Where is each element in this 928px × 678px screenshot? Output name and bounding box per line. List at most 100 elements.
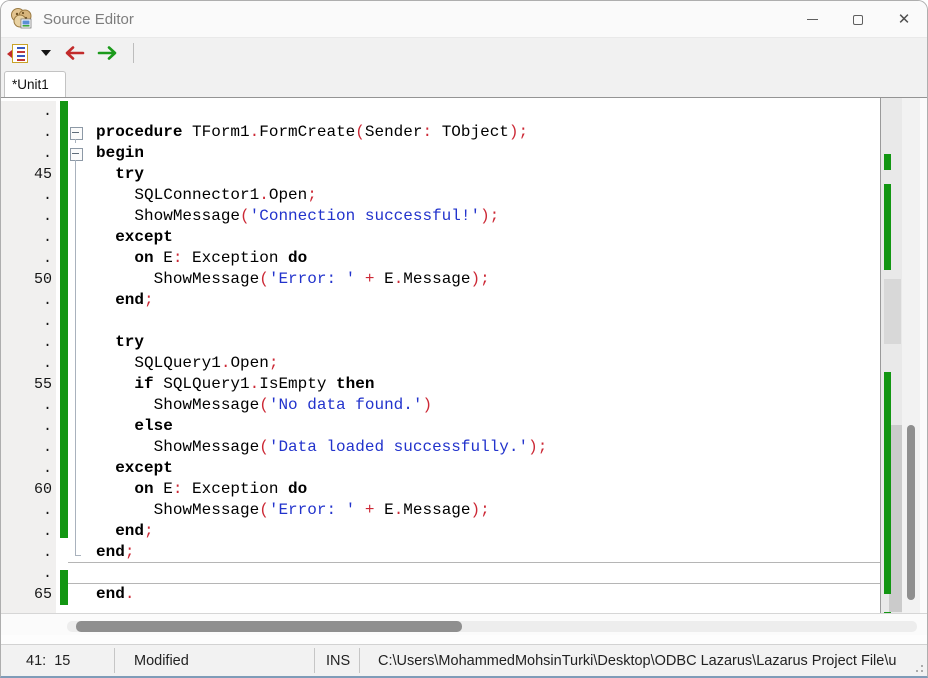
gutter-cell[interactable]: . (1, 605, 56, 613)
gutter-cell[interactable]: . (1, 353, 56, 374)
gutter-cell[interactable]: . (1, 395, 56, 416)
gutter-cell[interactable]: . (1, 227, 56, 248)
horizontal-scrollbar[interactable] (1, 613, 927, 635)
code-line[interactable]: 45 try (1, 164, 880, 185)
fold-collapse-icon[interactable] (68, 122, 85, 143)
code-text[interactable]: procedure TForm1.FormCreate(Sender: TObj… (85, 122, 880, 143)
code-text[interactable] (85, 563, 880, 583)
vertical-scrollbar[interactable] (902, 98, 920, 613)
code-text[interactable]: if SQLQuery1.IsEmpty then (85, 374, 880, 395)
code-text[interactable]: except (85, 227, 880, 248)
code-text[interactable]: end; (85, 290, 880, 311)
code-line[interactable]: . SQLQuery1.Open; (1, 353, 880, 374)
titlebar[interactable]: Source Editor ✕ (1, 1, 927, 38)
code-line[interactable]: . ShowMessage('Error: ' + E.Message); (1, 500, 880, 521)
code-line[interactable]: . ShowMessage('Connection successful!'); (1, 206, 880, 227)
gutter-cell[interactable]: . (1, 101, 56, 122)
right-margin (920, 98, 927, 613)
overview-modified-mark (884, 154, 891, 170)
code-line[interactable]: . end; (1, 521, 880, 542)
maximize-button[interactable] (835, 1, 881, 38)
code-line[interactable]: . except (1, 458, 880, 479)
dropdown-arrow-icon[interactable] (41, 50, 51, 56)
gutter-cell[interactable]: . (1, 290, 56, 311)
code-line[interactable]: . end; (1, 542, 880, 563)
gutter-cell[interactable]: . (1, 122, 56, 143)
jump-back-icon[interactable] (63, 45, 85, 61)
code-line[interactable]: 55 if SQLQuery1.IsEmpty then (1, 374, 880, 395)
fold-collapse-icon[interactable] (68, 143, 85, 164)
code-text[interactable]: end; (85, 542, 880, 562)
code-line[interactable]: . procedure TForm1.FormCreate(Sender: TOb… (1, 122, 880, 143)
gutter-cell[interactable]: . (1, 416, 56, 437)
code-line[interactable]: 50 ShowMessage('Error: ' + E.Message); (1, 269, 880, 290)
horizontal-scrollbar-thumb[interactable] (76, 621, 462, 632)
code-line[interactable]: . else (1, 416, 880, 437)
resize-grip[interactable] (910, 659, 924, 673)
gutter-cell[interactable]: 55 (1, 374, 56, 395)
code-text[interactable]: try (85, 164, 880, 185)
code-text[interactable]: ShowMessage('Error: ' + E.Message); (85, 269, 880, 290)
code-line[interactable]: . (1, 311, 880, 332)
code-text[interactable]: begin (85, 143, 880, 164)
gutter-cell[interactable]: . (1, 332, 56, 353)
code-text[interactable]: on E: Exception do (85, 248, 880, 269)
gutter-cell[interactable]: . (1, 500, 56, 521)
code-line[interactable]: . SQLConnector1.Open; (1, 185, 880, 206)
code-line[interactable]: . except (1, 227, 880, 248)
code-line[interactable]: 60 on E: Exception do (1, 479, 880, 500)
gutter-cell[interactable]: . (1, 437, 56, 458)
gutter-cell[interactable]: . (1, 542, 56, 563)
code-text[interactable]: on E: Exception do (85, 479, 880, 500)
code-line[interactable]: . begin (1, 143, 880, 164)
gutter-cell[interactable]: . (1, 458, 56, 479)
gutter-cell[interactable]: . (1, 311, 56, 332)
code-text[interactable]: except (85, 458, 880, 479)
code-line[interactable]: . ShowMessage('No data found.') (1, 395, 880, 416)
code-rows[interactable]: .. procedure TForm1.FormCreate(Sender: TO… (1, 98, 880, 613)
code-line[interactable]: . (1, 605, 880, 613)
gutter-cell[interactable]: . (1, 521, 56, 542)
change-bar-cell (56, 374, 68, 395)
code-line[interactable]: . ShowMessage('Data loaded successfully.… (1, 437, 880, 458)
code-text[interactable]: ShowMessage('Error: ' + E.Message); (85, 500, 880, 521)
fold-gutter (68, 542, 85, 562)
overview-gutter[interactable] (880, 98, 902, 613)
code-text[interactable] (85, 311, 880, 332)
code-text[interactable]: ShowMessage('Connection successful!'); (85, 206, 880, 227)
status-bar: 41: 15 Modified INS C:\Users\MohammedMoh… (1, 644, 927, 676)
gutter-cell[interactable]: . (1, 206, 56, 227)
code-line[interactable]: . end; (1, 290, 880, 311)
minimize-button[interactable] (789, 1, 835, 38)
gutter-cell[interactable]: . (1, 185, 56, 206)
code-line[interactable]: . (1, 563, 880, 584)
code-text[interactable]: try (85, 332, 880, 353)
code-text[interactable] (85, 605, 880, 613)
code-text[interactable]: ShowMessage('No data found.') (85, 395, 880, 416)
gutter-cell[interactable]: . (1, 143, 56, 164)
code-line[interactable]: . try (1, 332, 880, 353)
close-button[interactable]: ✕ (881, 1, 927, 38)
gutter-cell[interactable]: 65 (1, 584, 56, 605)
code-line[interactable]: . on E: Exception do (1, 248, 880, 269)
source-position-icon[interactable] (12, 44, 28, 63)
jump-forward-icon[interactable] (97, 45, 119, 61)
gutter-cell[interactable]: . (1, 563, 56, 584)
code-line[interactable]: . (1, 101, 880, 122)
code-text[interactable]: end; (85, 521, 880, 542)
gutter-cell[interactable]: 45 (1, 164, 56, 185)
code-text[interactable]: SQLQuery1.Open; (85, 353, 880, 374)
code-text[interactable]: ShowMessage('Data loaded successfully.')… (85, 437, 880, 458)
code-text[interactable]: else (85, 416, 880, 437)
gutter-cell[interactable]: . (1, 248, 56, 269)
code-text[interactable] (85, 101, 880, 122)
code-line[interactable]: 65 end. (1, 584, 880, 605)
code-text[interactable]: SQLConnector1.Open; (85, 185, 880, 206)
fold-gutter (68, 416, 85, 437)
code-editor[interactable]: .. procedure TForm1.FormCreate(Sender: TO… (1, 97, 927, 613)
vertical-scrollbar-thumb[interactable] (907, 425, 915, 600)
tab-unit1[interactable]: *Unit1 (4, 71, 66, 97)
code-text[interactable]: end. (85, 584, 880, 605)
gutter-cell[interactable]: 50 (1, 269, 56, 290)
gutter-cell[interactable]: 60 (1, 479, 56, 500)
